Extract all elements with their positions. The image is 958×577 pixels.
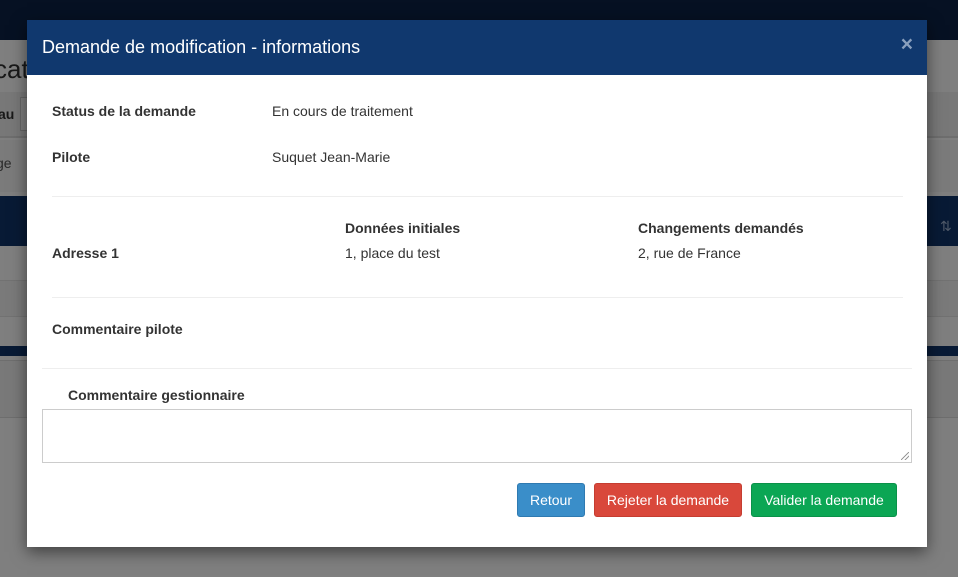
change-row-initial: 1, place du test xyxy=(345,245,440,261)
change-row-requested: 2, rue de France xyxy=(638,245,741,261)
initial-data-header: Données initiales xyxy=(345,220,461,236)
divider xyxy=(52,196,903,197)
manager-comment-textarea[interactable] xyxy=(42,409,912,463)
modal-title: Demande de modification - informations xyxy=(42,37,361,57)
pilote-comment-label: Commentaire pilote xyxy=(52,321,183,337)
divider xyxy=(52,297,903,298)
status-value: En cours de traitement xyxy=(272,103,413,119)
modification-request-modal: Demande de modification - informations ×… xyxy=(27,20,927,547)
back-button[interactable]: Retour xyxy=(517,483,585,517)
change-row-label: Adresse 1 xyxy=(52,245,119,261)
status-label: Status de la demande xyxy=(52,103,196,119)
requested-changes-header: Changements demandés xyxy=(638,220,804,236)
validate-request-button[interactable]: Valider la demande xyxy=(751,483,897,517)
divider xyxy=(42,368,912,369)
pilote-label: Pilote xyxy=(52,149,91,165)
reject-request-button[interactable]: Rejeter la demande xyxy=(594,483,742,517)
modal-header: Demande de modification - informations × xyxy=(27,20,927,75)
manager-comment-label: Commentaire gestionnaire xyxy=(68,387,245,403)
pilote-value: Suquet Jean-Marie xyxy=(272,149,391,165)
close-icon[interactable]: × xyxy=(901,34,913,55)
resize-handle-icon[interactable] xyxy=(901,452,909,460)
